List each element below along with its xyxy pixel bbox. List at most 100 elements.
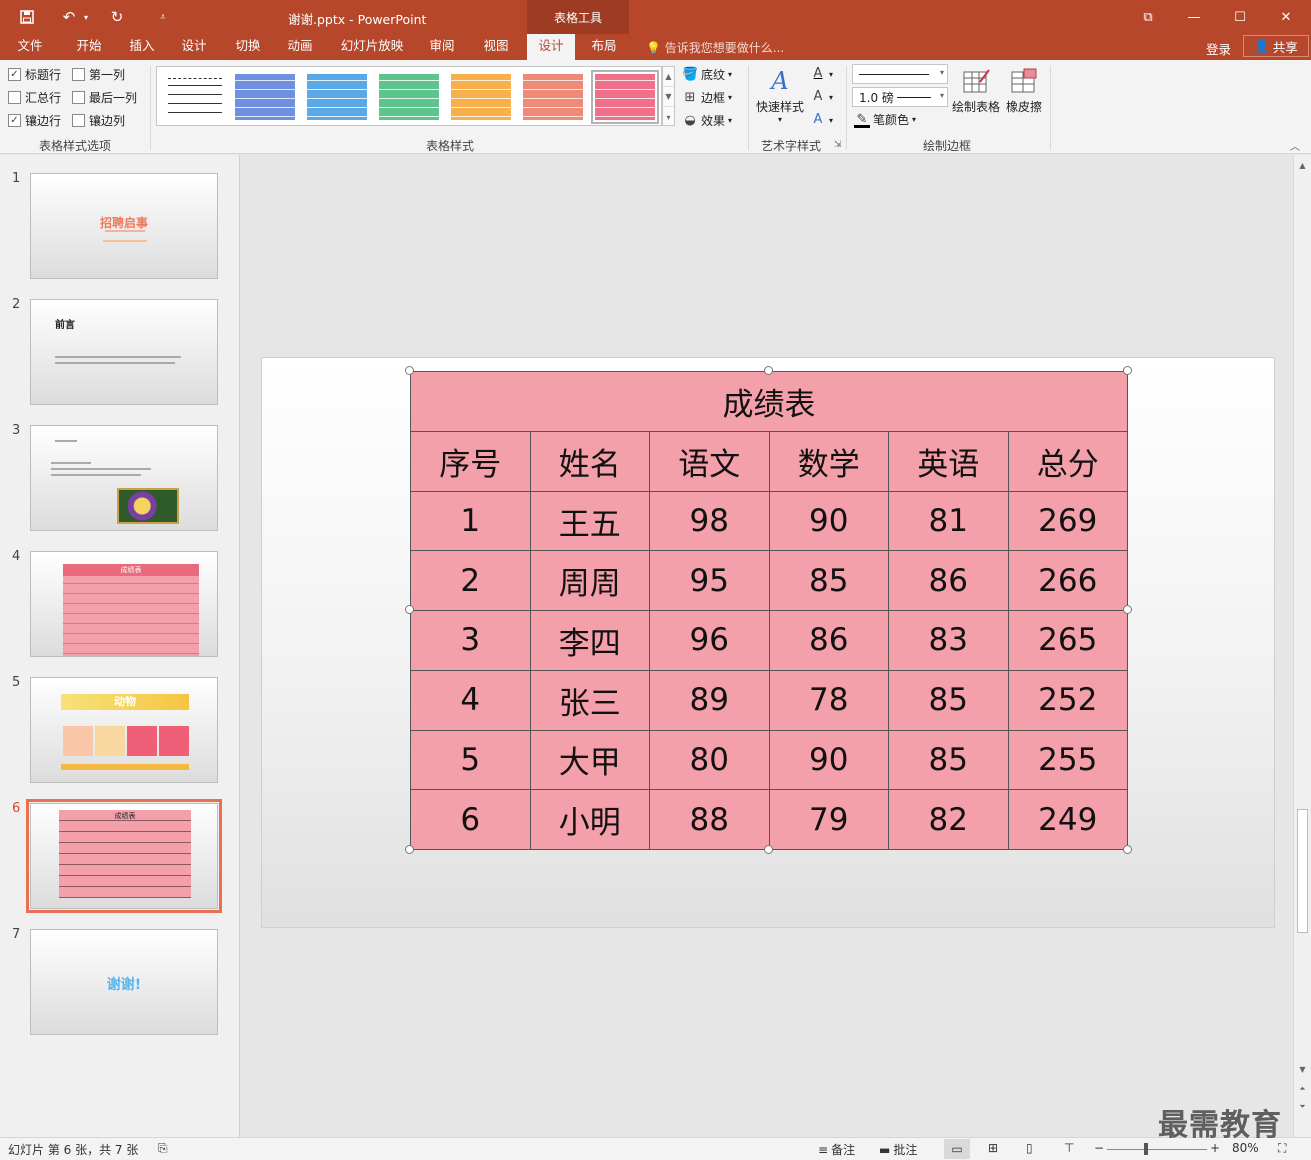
table-cell[interactable]: 6: [410, 789, 531, 850]
table-cell[interactable]: 78: [768, 669, 889, 731]
table-style-swatch-selected[interactable]: [591, 70, 659, 124]
notes-button[interactable]: ≡ 备注: [818, 1141, 855, 1158]
reading-view-icon[interactable]: ▯: [1026, 1141, 1033, 1155]
draw-table-button[interactable]: 绘制表格: [950, 64, 1002, 115]
slide-thumbnail-1[interactable]: 招聘启事: [30, 173, 218, 279]
first-column-checkbox[interactable]: 第一列: [72, 66, 125, 83]
redo-icon[interactable]: ↻: [106, 6, 128, 28]
table-cell[interactable]: 周周: [529, 550, 650, 612]
resize-handle-top[interactable]: [764, 366, 773, 375]
table-cell[interactable]: 5: [410, 729, 531, 791]
scroll-up-icon[interactable]: ▲: [1294, 157, 1311, 173]
maximize-icon[interactable]: ☐: [1217, 0, 1263, 34]
table-cell[interactable]: 小明: [529, 789, 650, 850]
table-cell[interactable]: 90: [768, 729, 889, 791]
tab-review[interactable]: 审阅: [420, 34, 464, 60]
table-cell[interactable]: 90: [768, 490, 889, 552]
slide-thumbnail-2[interactable]: 前言: [30, 299, 218, 405]
table-cell[interactable]: 249: [1007, 789, 1128, 850]
eraser-button[interactable]: 橡皮擦: [1002, 64, 1046, 115]
minimize-icon[interactable]: —: [1171, 0, 1217, 34]
grade-table[interactable]: 成绩表 序号 姓名 语文 数学 英语 总分 1 王五 98 90 81 269 2 周周 95 85 86 266 3…: [410, 371, 1128, 850]
tab-transitions[interactable]: 切换: [226, 34, 270, 60]
table-cell[interactable]: 3: [410, 610, 531, 671]
collapse-ribbon-icon[interactable]: ︿: [1290, 138, 1300, 153]
gallery-down-icon[interactable]: ▼: [663, 87, 674, 107]
table-cell[interactable]: 83: [888, 610, 1009, 671]
normal-view-icon[interactable]: ▭: [944, 1139, 970, 1159]
table-cell[interactable]: 266: [1007, 550, 1128, 612]
table-cell[interactable]: 269: [1007, 490, 1128, 552]
slide-thumbnail-7[interactable]: 谢谢!: [30, 929, 218, 1035]
text-fill-button[interactable]: A ▾: [810, 66, 833, 82]
table-cell[interactable]: 88: [649, 789, 770, 850]
table-cell[interactable]: 96: [649, 610, 770, 671]
tab-design[interactable]: 设计: [172, 34, 216, 60]
scroll-down-icon[interactable]: ▼: [1294, 1061, 1311, 1077]
table-cell[interactable]: 85: [888, 669, 1009, 731]
tab-home[interactable]: 开始: [66, 34, 112, 60]
effects-button[interactable]: ◒ 效果 ▾: [682, 112, 732, 129]
sign-in-link[interactable]: 登录: [1206, 39, 1231, 58]
table-cell[interactable]: 2: [410, 550, 531, 612]
table-style-swatch[interactable]: [235, 74, 295, 120]
total-row-checkbox[interactable]: 汇总行: [8, 89, 61, 106]
table-title-cell[interactable]: 成绩表: [410, 371, 1128, 432]
dialog-launcher-icon[interactable]: ⇲: [834, 140, 842, 150]
table-cell[interactable]: 85: [768, 550, 889, 612]
table-cell[interactable]: 255: [1007, 729, 1128, 791]
table-cell[interactable]: 265: [1007, 610, 1128, 671]
table-cell[interactable]: 张三: [529, 669, 650, 731]
slideshow-icon[interactable]: ⊤: [1064, 1141, 1074, 1155]
table-header-cell[interactable]: 语文: [649, 431, 770, 492]
resize-handle-bottom-left[interactable]: [405, 845, 414, 854]
table-style-swatch[interactable]: [523, 74, 583, 120]
share-button[interactable]: 👤 共享: [1243, 35, 1309, 57]
zoom-slider[interactable]: [1107, 1149, 1207, 1150]
table-cell[interactable]: 81: [888, 490, 1009, 552]
table-cell[interactable]: 李四: [529, 610, 650, 671]
last-column-checkbox[interactable]: 最后一列: [72, 89, 137, 106]
resize-handle-right[interactable]: [1123, 605, 1132, 614]
resize-handle-bottom-right[interactable]: [1123, 845, 1132, 854]
table-cell[interactable]: 85: [888, 729, 1009, 791]
table-cell[interactable]: 80: [649, 729, 770, 791]
header-row-checkbox[interactable]: ✓ 标题行: [8, 66, 61, 83]
tab-file[interactable]: 文件: [8, 34, 52, 60]
table-style-swatch[interactable]: [451, 74, 511, 120]
table-style-swatch[interactable]: [307, 74, 367, 120]
table-cell[interactable]: 大甲: [529, 729, 650, 791]
text-outline-button[interactable]: A ▾: [810, 89, 833, 105]
vertical-scrollbar[interactable]: ▲ ▼ ⏶ ⏷: [1293, 155, 1311, 1137]
next-slide-icon[interactable]: ⏷: [1294, 1099, 1311, 1115]
table-cell[interactable]: 王五: [529, 490, 650, 552]
undo-dropdown-icon[interactable]: ▾: [80, 6, 92, 28]
pen-color-button[interactable]: ✎ 笔颜色 ▾: [854, 111, 916, 128]
resize-handle-bottom[interactable]: [764, 845, 773, 854]
tab-table-layout[interactable]: 布局: [582, 34, 626, 60]
comments-button[interactable]: ▬ 批注: [879, 1141, 917, 1158]
gallery-more-icon[interactable]: ▾: [663, 107, 674, 127]
close-icon[interactable]: ✕: [1263, 0, 1309, 34]
slide-thumbnail-5[interactable]: 动物: [30, 677, 218, 783]
table-style-swatch[interactable]: [379, 74, 439, 120]
table-frame[interactable]: 成绩表 序号 姓名 语文 数学 英语 总分 1 王五 98 90 81 269 2 周周 95 85 86 266 3…: [405, 366, 1132, 854]
table-style-swatch[interactable]: [165, 74, 225, 120]
slide-thumbnail-4[interactable]: 成绩表: [30, 551, 218, 657]
tab-slideshow[interactable]: 幻灯片放映: [334, 34, 410, 60]
resize-handle-left[interactable]: [405, 605, 414, 614]
resize-handle-top-right[interactable]: [1123, 366, 1132, 375]
tab-table-design[interactable]: 设计: [527, 34, 575, 60]
slide-thumbnail-3[interactable]: [30, 425, 218, 531]
table-cell[interactable]: 1: [410, 490, 531, 552]
previous-slide-icon[interactable]: ⏶: [1294, 1081, 1311, 1097]
zoom-slider-knob[interactable]: [1144, 1143, 1148, 1155]
tab-animations[interactable]: 动画: [278, 34, 322, 60]
resize-handle-top-left[interactable]: [405, 366, 414, 375]
table-header-cell[interactable]: 总分: [1007, 431, 1128, 492]
table-cell[interactable]: 82: [888, 789, 1009, 850]
shading-button[interactable]: 🪣 底纹 ▾: [682, 66, 732, 83]
gallery-up-icon[interactable]: ▲: [663, 67, 674, 87]
ribbon-display-options-icon[interactable]: ⧉: [1125, 0, 1171, 34]
banded-columns-checkbox[interactable]: 镶边列: [72, 112, 125, 129]
